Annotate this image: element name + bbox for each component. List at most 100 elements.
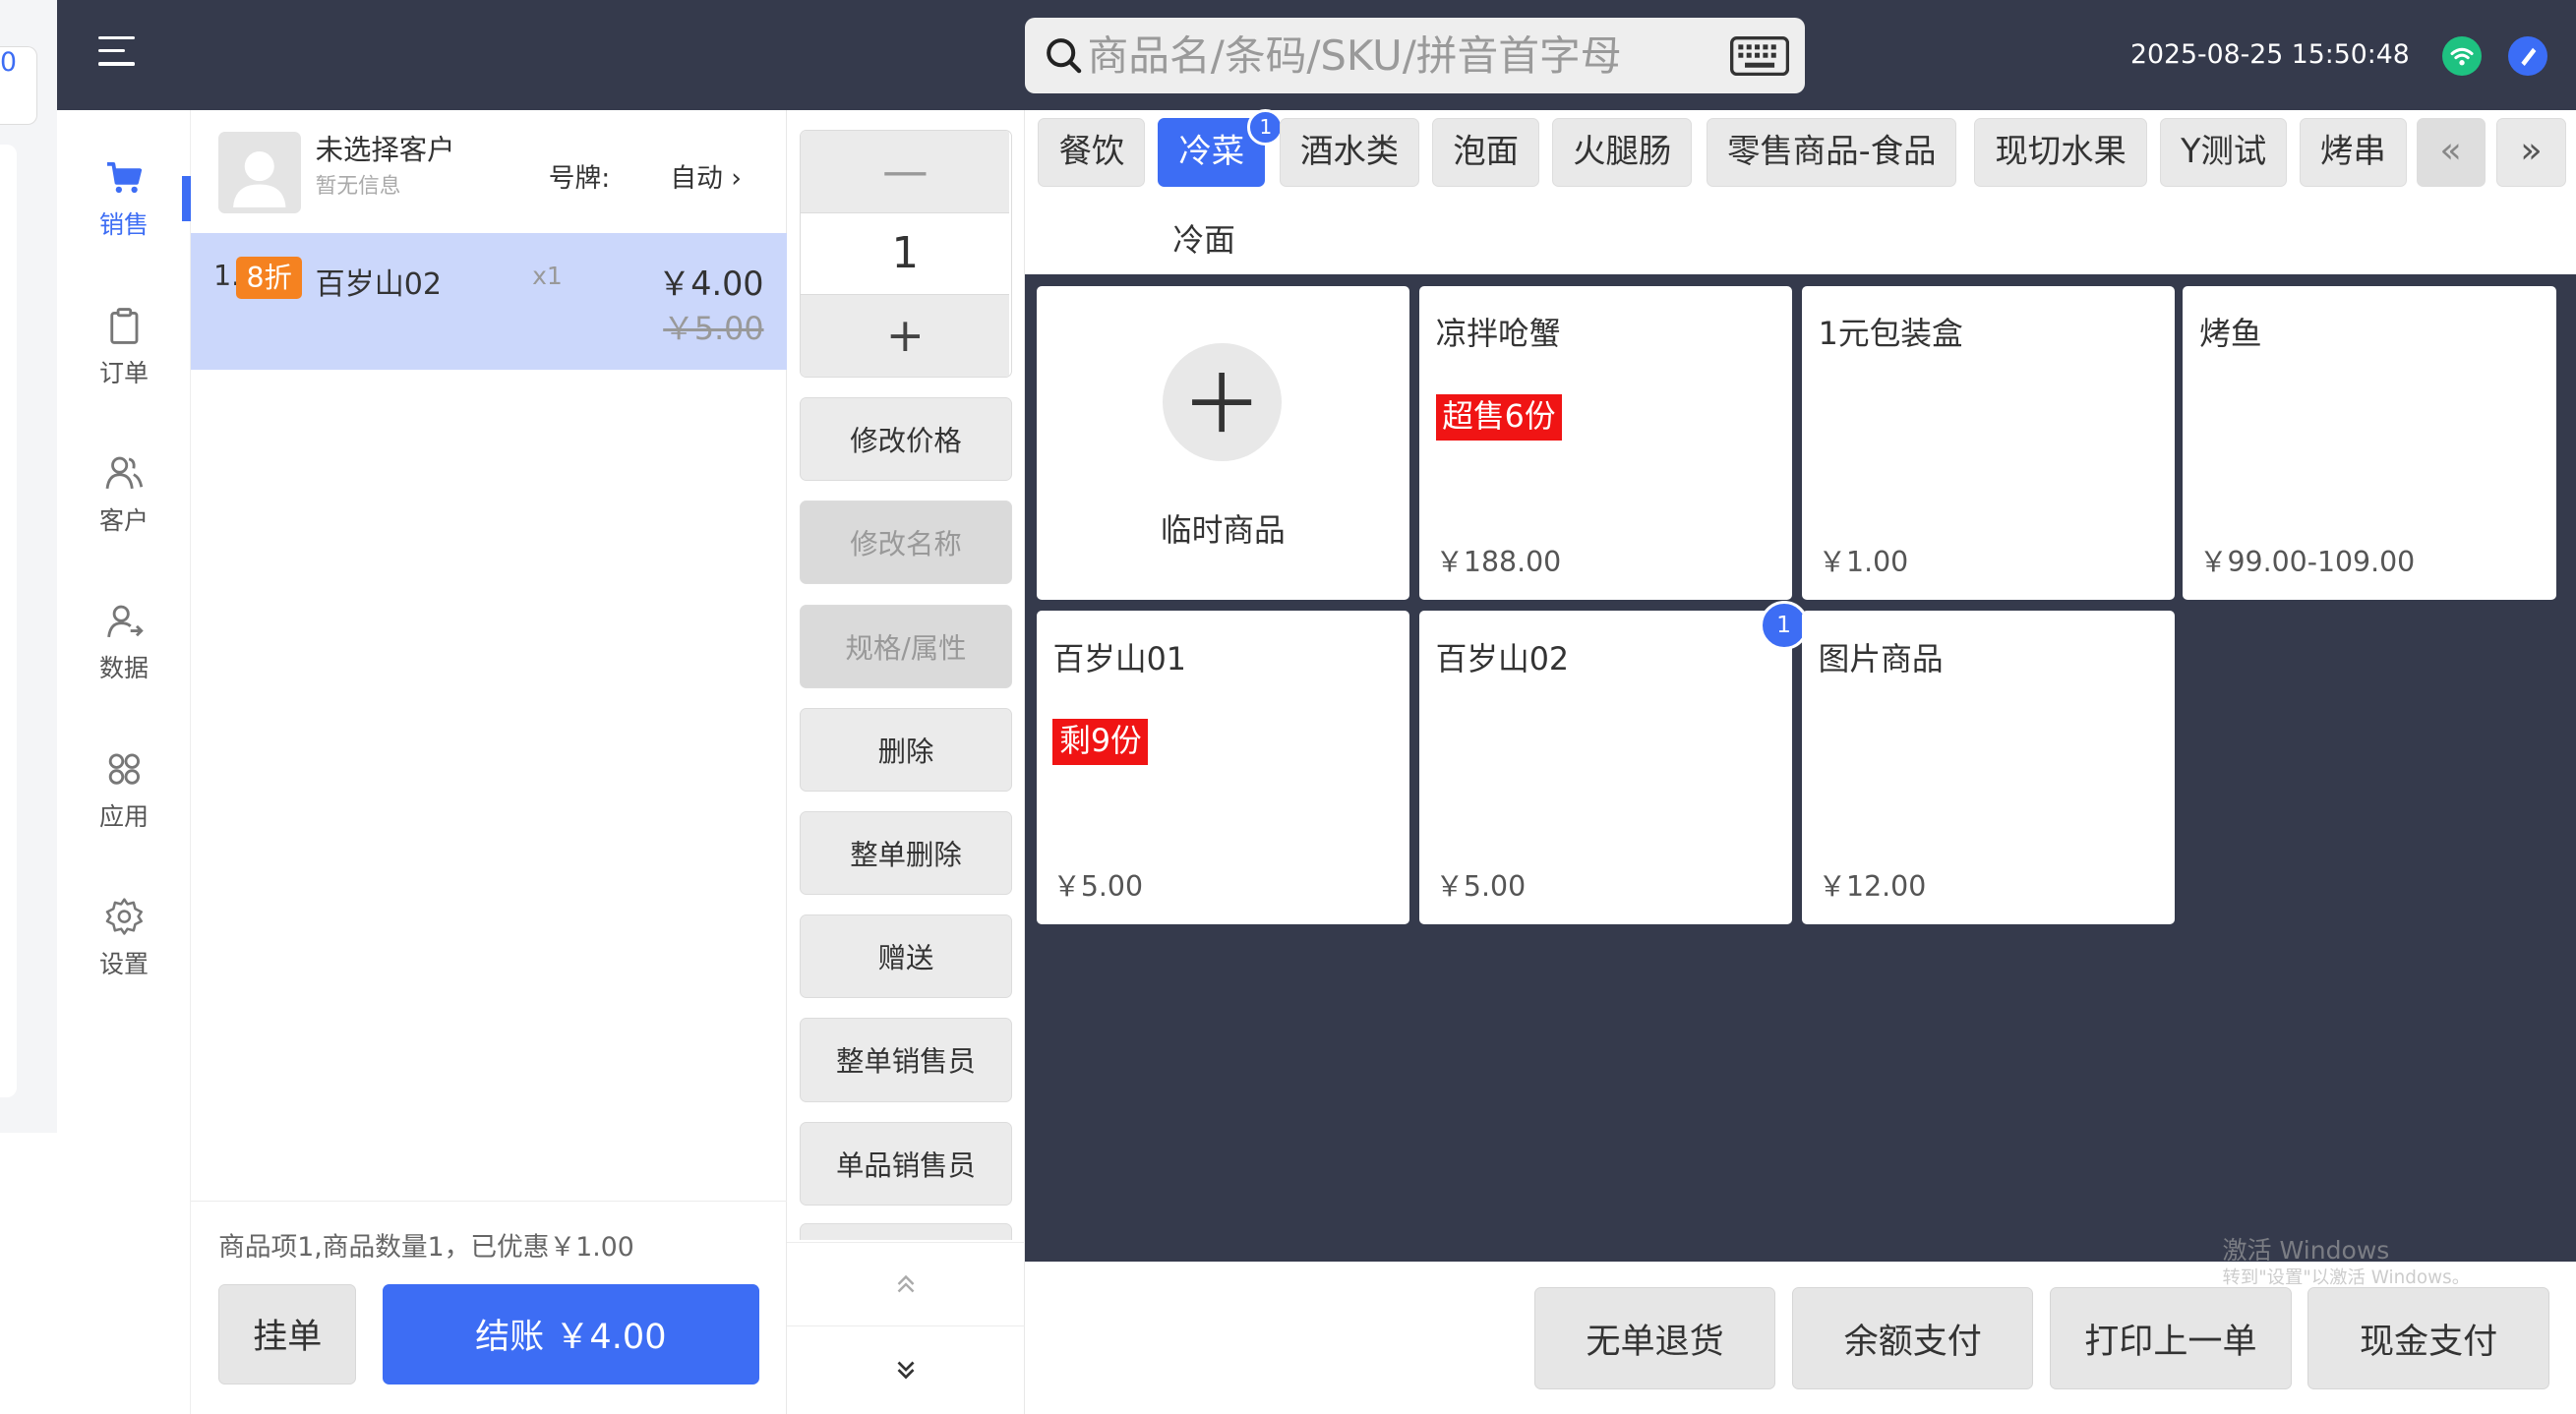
left-edge-card: 0	[0, 45, 38, 125]
product-card[interactable]: 百岁山01 剩9份 ￥5.00	[1036, 611, 1409, 925]
nav-item-sales[interactable]: 销售	[57, 110, 190, 242]
cart-item-name: 百岁山02	[315, 266, 442, 302]
watermark-line: 转到"设置"以激活 Windows。	[2222, 1267, 2471, 1288]
stock-tag: 剩9份	[1052, 719, 1149, 766]
plate-label: 号牌:	[548, 162, 611, 194]
edit-name-button[interactable]: 修改名称	[800, 501, 1012, 585]
product-price: ￥5.00	[1435, 870, 1527, 904]
divider	[190, 1200, 787, 1203]
stock-tag: 超售6份	[1435, 393, 1563, 441]
customer-info: 暂无信息	[315, 173, 401, 199]
product-name: 凉拌呛蟹	[1435, 316, 1561, 352]
temp-product-card[interactable]: 临时商品	[1036, 285, 1409, 600]
product-price: ￥188.00	[1435, 545, 1562, 578]
product-price: ￥5.00	[1052, 870, 1144, 904]
keyboard-icon[interactable]	[1729, 35, 1789, 76]
nav-label: 客户	[99, 506, 150, 536]
clipboard-icon	[110, 308, 139, 344]
category-next-button[interactable]: »	[2496, 118, 2566, 188]
customer-name[interactable]: 未选择客户	[316, 128, 455, 168]
cart-item-row[interactable]: 1. 8折 百岁山02 x1 ￥4.00 ￥5.00	[190, 233, 787, 370]
more-action-button[interactable]	[800, 1223, 1012, 1240]
product-card[interactable]: 烤鱼 ￥99.00-109.00	[2183, 285, 2556, 600]
cart-panel: 未选择客户 暂无信息 号牌: 自动 › 1. 8折 百岁山02 x1 ￥4.00…	[190, 109, 787, 1414]
spec-attr-button[interactable]: 规格/属性	[800, 604, 1012, 688]
left-edge-panel: 0	[0, 0, 58, 1134]
scroll-up-button[interactable]	[786, 1241, 1026, 1327]
add-icon	[1163, 343, 1282, 462]
quantity-value[interactable]: 1	[801, 212, 1010, 295]
category-tab[interactable]: 餐饮	[1038, 118, 1146, 188]
action-panel: — 1 + 修改价格 修改名称 规格/属性 删除 整单删除 赠送 整单销售员 单…	[786, 109, 1026, 1414]
order-salesperson-button[interactable]: 整单销售员	[800, 1018, 1012, 1102]
product-name: 百岁山02	[1435, 641, 1570, 678]
category-count-badge: 1	[1247, 109, 1285, 146]
cart-item-qty: x1	[532, 261, 563, 290]
product-name: 烤鱼	[2199, 316, 2262, 352]
item-salesperson-button[interactable]: 单品销售员	[800, 1121, 1012, 1206]
increase-button[interactable]: +	[801, 294, 1010, 378]
nav-label: 销售	[99, 210, 150, 240]
category-tab[interactable]: 现切水果	[1974, 118, 2147, 188]
product-card[interactable]: 百岁山02 ￥5.00 1	[1418, 601, 1809, 925]
nav-item-orders[interactable]: 订单	[57, 258, 190, 389]
cart-summary: 商品项1,商品数量1，已优惠￥1.00	[218, 1231, 634, 1263]
subcategory-tab[interactable]: 冷面	[1172, 215, 1234, 261]
delete-all-button[interactable]: 整单删除	[800, 810, 1012, 896]
nav-item-data[interactable]: 数据	[57, 554, 190, 685]
left-edge-card-2	[0, 144, 17, 1097]
print-last-button[interactable]: 打印上一单	[2050, 1287, 2292, 1389]
datetime: 2025-08-25 15:50:48	[2129, 39, 2410, 71]
avatar[interactable]	[218, 131, 301, 214]
nav-label: 设置	[99, 949, 150, 978]
nav-label: 应用	[99, 801, 150, 831]
category-tab[interactable]: 酒水类	[1279, 118, 1420, 188]
scroll-down-button[interactable]	[787, 1326, 1025, 1412]
menu-icon[interactable]	[98, 32, 138, 69]
nav-item-settings[interactable]: 设置	[57, 849, 190, 980]
product-card[interactable]: 1元包装盒 ￥1.00	[1801, 285, 2176, 600]
quantity-stepper: — 1 +	[800, 129, 1012, 379]
category-prev-button[interactable]: «	[2416, 118, 2486, 188]
product-name: 图片商品	[1818, 641, 1944, 678]
category-tab[interactable]: 泡面	[1432, 118, 1540, 188]
delete-button[interactable]: 删除	[800, 707, 1012, 792]
product-name: 百岁山01	[1052, 641, 1186, 678]
hold-order-button[interactable]: 挂单	[218, 1283, 357, 1385]
search-bar[interactable]	[1025, 18, 1806, 94]
category-tab[interactable]: 火腿肠	[1552, 118, 1693, 188]
cart-icon	[106, 161, 142, 193]
apps-icon	[108, 753, 140, 785]
balance-pay-button[interactable]: 余额支付	[1791, 1287, 2034, 1389]
nav-item-customers[interactable]: 客户	[57, 405, 190, 537]
user-data-icon	[106, 605, 144, 637]
plate-select[interactable]: 自动 ›	[670, 156, 742, 195]
wifi-icon[interactable]	[2442, 35, 2483, 76]
cash-pay-button[interactable]: 现金支付	[2307, 1287, 2549, 1389]
nav-label: 订单	[99, 358, 150, 387]
refund-button[interactable]: 无单退货	[1533, 1287, 1776, 1389]
discount-badge: 8折	[236, 256, 302, 299]
app-logo-icon[interactable]	[2508, 35, 2548, 76]
chevron-double-up-icon	[897, 1274, 915, 1293]
category-tab[interactable]: Y测试	[2160, 118, 2288, 188]
user-avatar-icon	[233, 150, 286, 207]
product-price: ￥12.00	[1818, 870, 1927, 904]
gear-icon	[105, 898, 143, 935]
users-icon	[105, 456, 143, 490]
gift-button[interactable]: 赠送	[800, 914, 1012, 999]
checkout-button[interactable]: 结账 ￥4.00	[383, 1283, 759, 1385]
left-edge-text: 0	[0, 46, 17, 78]
nav-item-apps[interactable]: 应用	[57, 701, 190, 833]
category-tab-active[interactable]: 冷菜 1	[1158, 109, 1285, 188]
product-card[interactable]: 图片商品 ￥12.00	[1801, 611, 2176, 925]
product-name: 1元包装盒	[1818, 316, 1963, 352]
category-tab[interactable]: 零售商品-食品	[1707, 118, 1957, 188]
category-bar: 餐饮 冷菜 1 酒水类 泡面 火腿肠 零售商品-食品 现切水果 Y测试 烤串 « …	[1025, 109, 2576, 274]
cart-item-original-price: ￥5.00	[663, 311, 764, 347]
edit-price-button[interactable]: 修改价格	[800, 397, 1012, 482]
search-input[interactable]	[1087, 31, 1712, 81]
decrease-button[interactable]: —	[801, 130, 1010, 213]
category-tab[interactable]: 烤串	[2299, 118, 2407, 188]
product-card[interactable]: 凉拌呛蟹 超售6份 ￥188.00	[1418, 285, 1792, 600]
